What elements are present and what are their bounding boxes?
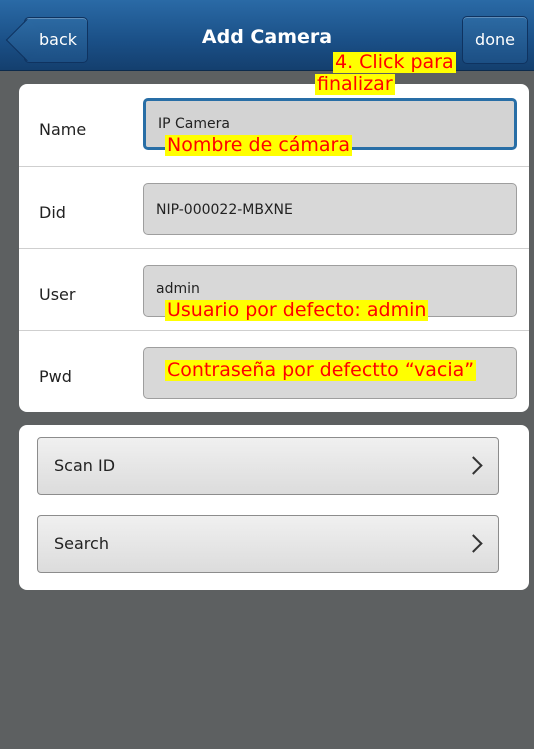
scan-id-button[interactable]: Scan ID: [37, 437, 499, 495]
search-button[interactable]: Search: [37, 515, 499, 573]
chevron-right-icon: [464, 456, 483, 475]
search-label: Search: [54, 534, 109, 553]
page-title: Add Camera: [201, 26, 333, 48]
name-annotation: Nombre de cámara: [165, 134, 353, 156]
name-label: Name: [39, 120, 87, 139]
user-annotation: Usuario por defecto: admin: [165, 299, 429, 321]
did-field[interactable]: NIP-000022-MBXNE: [143, 183, 517, 235]
did-label: Did: [39, 203, 66, 222]
chevron-right-icon: [464, 534, 483, 553]
done-button-label: done: [475, 30, 515, 49]
pwd-annotation: Contraseña por defectto “vacia”: [165, 359, 477, 381]
user-label: User: [39, 285, 76, 304]
did-row: Did NIP-000022-MBXNE: [19, 166, 529, 249]
action-panel: Scan ID Search: [19, 425, 529, 590]
pwd-label: Pwd: [39, 367, 72, 386]
done-button[interactable]: done: [462, 16, 528, 64]
scan-id-label: Scan ID: [54, 456, 116, 475]
click-annotation-line1: 4. Click para: [333, 51, 456, 73]
click-annotation-line2: finalizar: [315, 73, 395, 95]
